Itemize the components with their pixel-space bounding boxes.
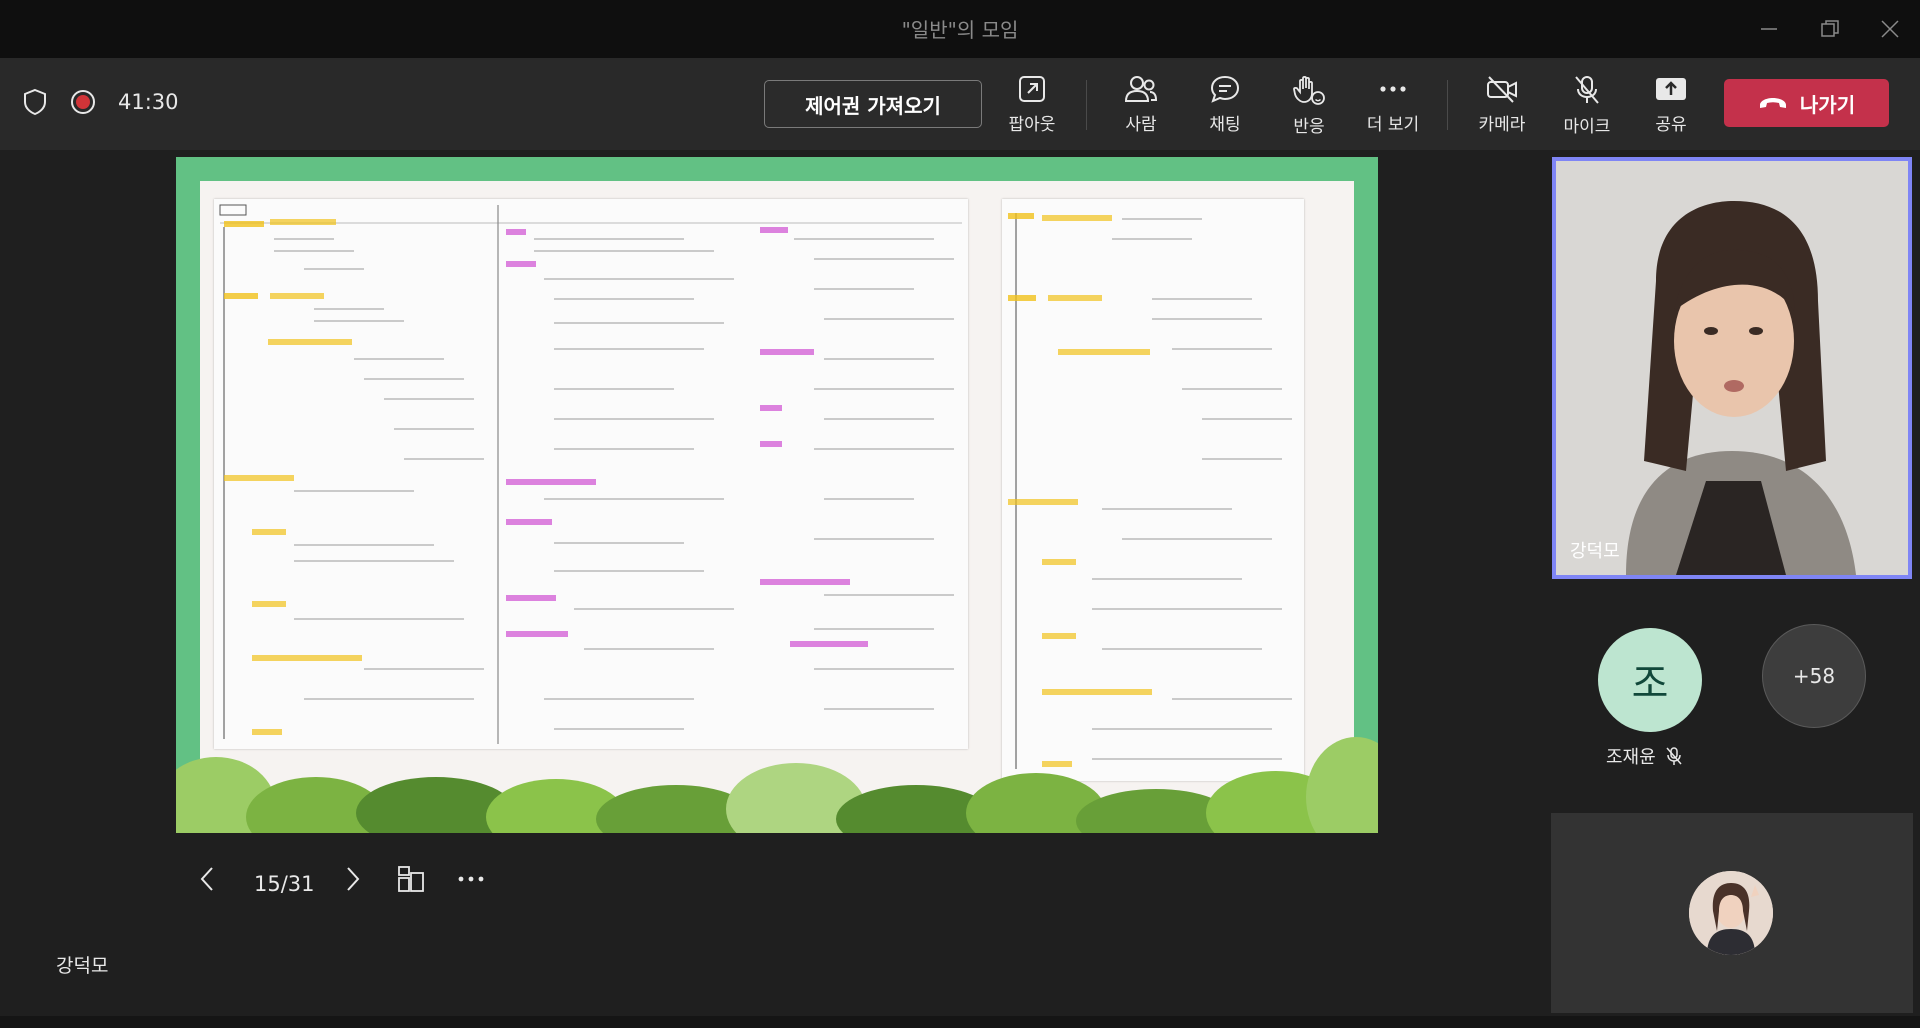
take-control-button[interactable]: 제어권 가져오기 <box>764 80 982 128</box>
bush-decoration <box>176 737 1378 833</box>
prev-slide-button[interactable] <box>196 864 220 894</box>
chat-button[interactable]: 채팅 <box>1185 74 1265 144</box>
minimize-icon <box>1761 28 1777 30</box>
chevron-right-icon <box>347 867 360 891</box>
minimize-button[interactable] <box>1752 12 1786 46</box>
mic-off-icon <box>1575 76 1599 104</box>
toolbar-divider <box>1086 80 1087 130</box>
participant-video-tile[interactable]: 강덕모 <box>1552 157 1912 579</box>
more-icon <box>458 876 484 882</box>
people-icon <box>1124 76 1158 102</box>
mic-button[interactable]: 마이크 <box>1547 74 1627 144</box>
react-button[interactable]: 반응 <box>1269 74 1349 144</box>
presenter-name: 강덕모 <box>56 955 109 977</box>
mic-off-icon <box>1666 747 1682 765</box>
leave-label: 나가기 <box>1799 92 1856 117</box>
more-icon <box>1380 86 1406 92</box>
self-avatar <box>1689 871 1773 955</box>
phone-hangup-icon <box>1759 98 1786 108</box>
restore-icon <box>1821 20 1839 37</box>
raise-hand-icon <box>1293 75 1325 105</box>
self-avatar-photo <box>1689 871 1773 955</box>
more-label: 더 보기 <box>1366 115 1420 135</box>
next-slide-button[interactable] <box>340 864 364 894</box>
toolbar-divider <box>1447 80 1448 130</box>
title-bar: "일반"의 모임 <box>0 0 1920 58</box>
window-title: "일반"의 모임 <box>901 18 1019 42</box>
camera-label: 카메라 <box>1478 115 1526 135</box>
participant-video <box>1556 161 1908 575</box>
slides-grid-icon <box>398 866 424 892</box>
mindmap-sketch <box>1008 213 1292 769</box>
self-preview-tile <box>1551 813 1913 1013</box>
more-button[interactable]: 더 보기 <box>1353 74 1433 144</box>
react-label: 반응 <box>1293 117 1325 137</box>
handwritten-notes-image <box>214 199 968 749</box>
popout-icon <box>1019 76 1045 102</box>
chat-label: 채팅 <box>1209 115 1241 135</box>
meeting-toolbar: 41:30 제어권 가져오기 팝아웃 사람 채팅 반응 더 보기 카메라 마이크… <box>0 58 1920 150</box>
participant-name: 조재윤 <box>1606 747 1656 768</box>
camera-off-icon <box>1487 76 1517 103</box>
slide-more-button[interactable] <box>456 864 486 894</box>
shared-slide <box>176 157 1378 833</box>
restore-button[interactable] <box>1813 12 1847 46</box>
share-icon <box>1656 78 1686 100</box>
slide-grid-button[interactable] <box>396 864 426 894</box>
people-label: 사람 <box>1125 115 1157 135</box>
bottom-strip <box>0 1016 1920 1028</box>
popout-button[interactable]: 팝아웃 <box>992 74 1072 144</box>
participant-name: 강덕모 <box>1570 541 1620 562</box>
people-button[interactable]: 사람 <box>1101 74 1181 144</box>
close-icon <box>1881 20 1899 38</box>
participant-avatar[interactable]: 조 <box>1598 628 1702 732</box>
participant-name-row: 조재윤 <box>1606 743 1684 769</box>
shield-icon[interactable] <box>22 88 48 116</box>
recording-icon <box>71 90 95 114</box>
chat-icon <box>1210 75 1240 103</box>
close-button[interactable] <box>1873 12 1907 46</box>
mic-label: 마이크 <box>1563 117 1611 137</box>
share-button[interactable]: 공유 <box>1631 74 1711 144</box>
popout-label: 팝아웃 <box>1008 115 1056 135</box>
page-indicator: 15/31 <box>254 872 315 896</box>
leave-button[interactable]: 나가기 <box>1724 79 1889 127</box>
handwritten-notes-image-2 <box>1002 199 1304 781</box>
mindmap-sketch <box>219 204 962 744</box>
more-participants-button[interactable]: +58 <box>1762 624 1866 728</box>
camera-button[interactable]: 카메라 <box>1462 74 1542 144</box>
meeting-timer: 41:30 <box>118 90 179 114</box>
share-label: 공유 <box>1655 115 1687 135</box>
chevron-left-icon <box>200 867 213 891</box>
